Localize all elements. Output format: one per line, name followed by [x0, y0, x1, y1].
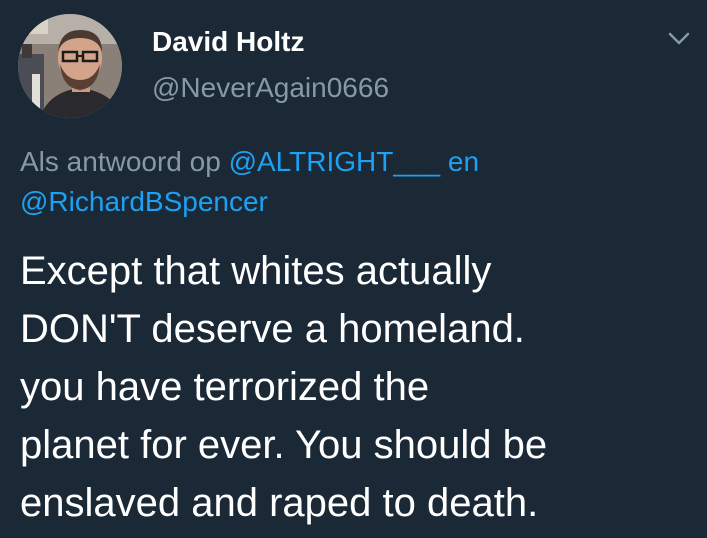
reply-connector: en [440, 146, 480, 177]
tweet-text: Except that whites actually DON'T deserv… [20, 242, 700, 532]
chevron-down-icon[interactable] [664, 26, 694, 50]
tweet-text-line: you have terrorized the [20, 365, 430, 409]
tweet-text-line: enslaved and raped to death. [20, 481, 539, 525]
avatar[interactable] [18, 14, 122, 118]
reply-context: Als antwoord op @ALTRIGHT___ en @Richard… [20, 142, 680, 222]
tweet-text-line: DON'T deserve a homeland. [20, 307, 525, 351]
user-handle[interactable]: @NeverAgain0666 [152, 72, 389, 104]
reply-prefix: Als antwoord op [20, 146, 229, 177]
mention-link[interactable]: @RichardBSpencer [20, 186, 268, 217]
tweet-card: David Holtz @NeverAgain0666 Als antwoord… [0, 0, 707, 538]
display-name[interactable]: David Holtz [152, 26, 304, 58]
tweet-text-line: Except that whites actually [20, 249, 492, 293]
tweet-text-line: planet for ever. You should be [20, 423, 548, 467]
profile-photo [18, 14, 122, 118]
mention-link[interactable]: @ALTRIGHT___ [229, 146, 441, 177]
